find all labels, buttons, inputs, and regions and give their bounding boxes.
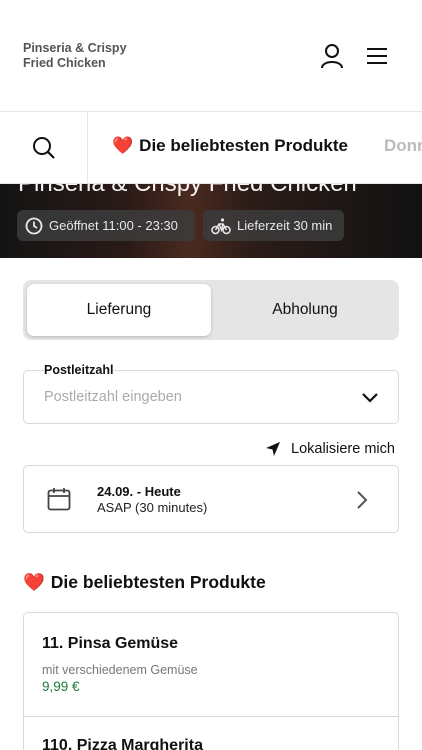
- hero-title: Pinseria & Crispy Fried Chicken: [18, 183, 357, 197]
- search-icon: [32, 137, 55, 159]
- brand-name[interactable]: Pinseria & Crispy Fried Chicken: [23, 41, 127, 71]
- heart-icon: ❤️: [112, 136, 134, 155]
- delivery-date: 24.09. - Heute: [97, 484, 181, 499]
- product-price: 9,99 €: [42, 679, 80, 694]
- locate-me-label: Lokalisiere mich: [291, 441, 395, 457]
- delivery-option[interactable]: Lieferung: [27, 284, 211, 336]
- category-tab-label: Die beliebtesten Produkte: [139, 136, 348, 155]
- pickup-option[interactable]: Abholung: [213, 284, 397, 336]
- heart-icon: ❤️: [23, 572, 45, 592]
- chevron-down-icon[interactable]: [360, 390, 380, 406]
- user-icon: [321, 44, 343, 69]
- product-description: mit verschiedenem Gemüse: [42, 663, 198, 677]
- postcode-input[interactable]: [44, 389, 344, 405]
- restaurant-hero: Pinseria & Crispy Fried Chicken Geöffnet…: [0, 183, 422, 258]
- product-name: 11. Pinsa Gemüse: [42, 635, 179, 652]
- category-tab-next[interactable]: Donn: [384, 136, 422, 156]
- category-search-button[interactable]: [0, 112, 88, 184]
- delivery-time-badge: Lieferzeit 30 min: [203, 210, 344, 241]
- category-bar: ❤️ Die beliebtesten Produkte Donn: [0, 112, 422, 184]
- clock-icon: [25, 217, 43, 234]
- product-item[interactable]: 110. Pizza Margherita: [24, 717, 398, 750]
- chevron-right-icon: [357, 491, 368, 509]
- menu-button[interactable]: [363, 44, 391, 68]
- postcode-field[interactable]: Postleitzahl: [23, 363, 399, 424]
- postcode-label: Postleitzahl: [44, 363, 114, 377]
- category-tab-popular[interactable]: ❤️ Die beliebtesten Produkte: [112, 136, 348, 156]
- user-account-button[interactable]: [318, 42, 346, 70]
- order-type-toggle: Lieferung Abholung: [23, 280, 399, 340]
- opening-hours-text: Geöffnet 11:00 - 23:30: [49, 218, 178, 233]
- calendar-icon: [47, 488, 71, 511]
- product-name: 110. Pizza Margherita: [42, 737, 203, 750]
- category-tab-label: Donn: [384, 136, 422, 155]
- opening-hours-badge: Geöffnet 11:00 - 23:30: [17, 210, 195, 241]
- delivery-time-text: Lieferzeit 30 min: [237, 218, 333, 233]
- section-heading-popular: ❤️ Die beliebtesten Produkte: [23, 572, 266, 593]
- location-arrow-icon: [266, 442, 280, 456]
- locate-me-button[interactable]: Lokalisiere mich: [265, 441, 395, 457]
- bicycle-icon: [211, 217, 231, 234]
- product-list: 11. Pinsa Gemüse mit verschiedenem Gemüs…: [23, 612, 399, 750]
- delivery-time: ASAP (30 minutes): [97, 500, 208, 515]
- hamburger-menu-icon: [367, 48, 387, 64]
- app-header: Pinseria & Crispy Fried Chicken: [0, 0, 422, 112]
- product-item[interactable]: 11. Pinsa Gemüse mit verschiedenem Gemüs…: [24, 613, 398, 717]
- delivery-time-selector[interactable]: 24.09. - Heute ASAP (30 minutes): [23, 465, 399, 533]
- section-title-text: Die beliebtesten Produkte: [50, 572, 266, 592]
